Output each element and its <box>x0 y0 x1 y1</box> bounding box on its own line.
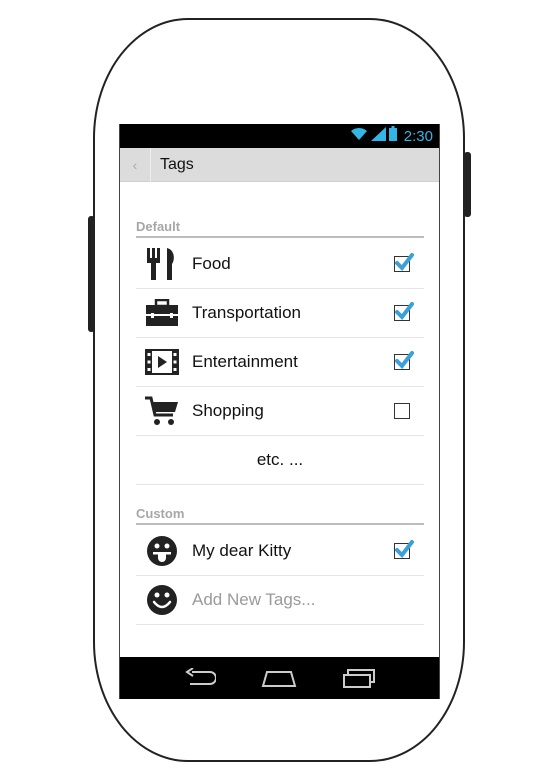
home-nav-icon[interactable] <box>259 663 299 693</box>
add-new-tag-input[interactable]: Add New Tags... <box>192 590 424 610</box>
tag-row-shopping[interactable]: Shopping <box>136 387 424 436</box>
briefcase-icon <box>144 295 180 331</box>
section-header-default: Default <box>136 219 424 238</box>
etc-label: etc. ... <box>256 450 304 469</box>
tag-checkbox-unchecked[interactable] <box>394 403 410 419</box>
tag-checkbox-checked[interactable] <box>394 351 414 370</box>
fork-knife-icon <box>144 246 180 282</box>
tag-checkbox-checked[interactable] <box>394 253 414 272</box>
tag-row-transportation[interactable]: Transportation <box>136 289 424 338</box>
tag-label: Entertainment <box>192 352 298 371</box>
tag-label: Food <box>192 254 231 273</box>
tag-label: My dear Kitty <box>192 541 292 560</box>
more-tags-row[interactable]: etc. ... <box>136 436 424 485</box>
tag-row-my-dear-kitty[interactable]: My dear Kitty <box>136 527 424 576</box>
action-bar-divider <box>150 147 151 182</box>
back-nav-icon[interactable] <box>180 663 220 693</box>
tag-checkbox-checked[interactable] <box>394 302 414 321</box>
phone-power-button <box>464 152 471 217</box>
tag-checkbox-checked[interactable] <box>394 540 414 559</box>
phone-screen: 2:30 ‹ Tags Default Food Transportation … <box>119 124 440 699</box>
action-bar: ‹ Tags <box>120 147 439 182</box>
status-clock: 2:30 <box>403 127 433 145</box>
back-caret-icon[interactable]: ‹ <box>120 148 150 182</box>
tag-label: Shopping <box>192 401 264 420</box>
tag-row-food[interactable]: Food <box>136 240 424 289</box>
navigation-bar <box>120 657 439 699</box>
tongue-face-icon <box>144 533 180 569</box>
tag-row-entertainment[interactable]: Entertainment <box>136 338 424 387</box>
wifi-icon <box>350 127 368 146</box>
battery-icon <box>388 126 397 146</box>
add-new-tag-row[interactable]: Add New Tags... <box>136 576 424 625</box>
page-title: Tags <box>160 155 194 173</box>
status-bar: 2:30 <box>120 124 439 148</box>
shopping-cart-icon <box>144 393 180 429</box>
smiley-icon <box>144 582 180 618</box>
signal-icon <box>370 126 386 146</box>
film-icon <box>144 344 180 380</box>
tag-label: Transportation <box>192 303 301 322</box>
recent-apps-nav-icon[interactable] <box>339 663 379 693</box>
section-header-custom: Custom <box>136 506 424 525</box>
